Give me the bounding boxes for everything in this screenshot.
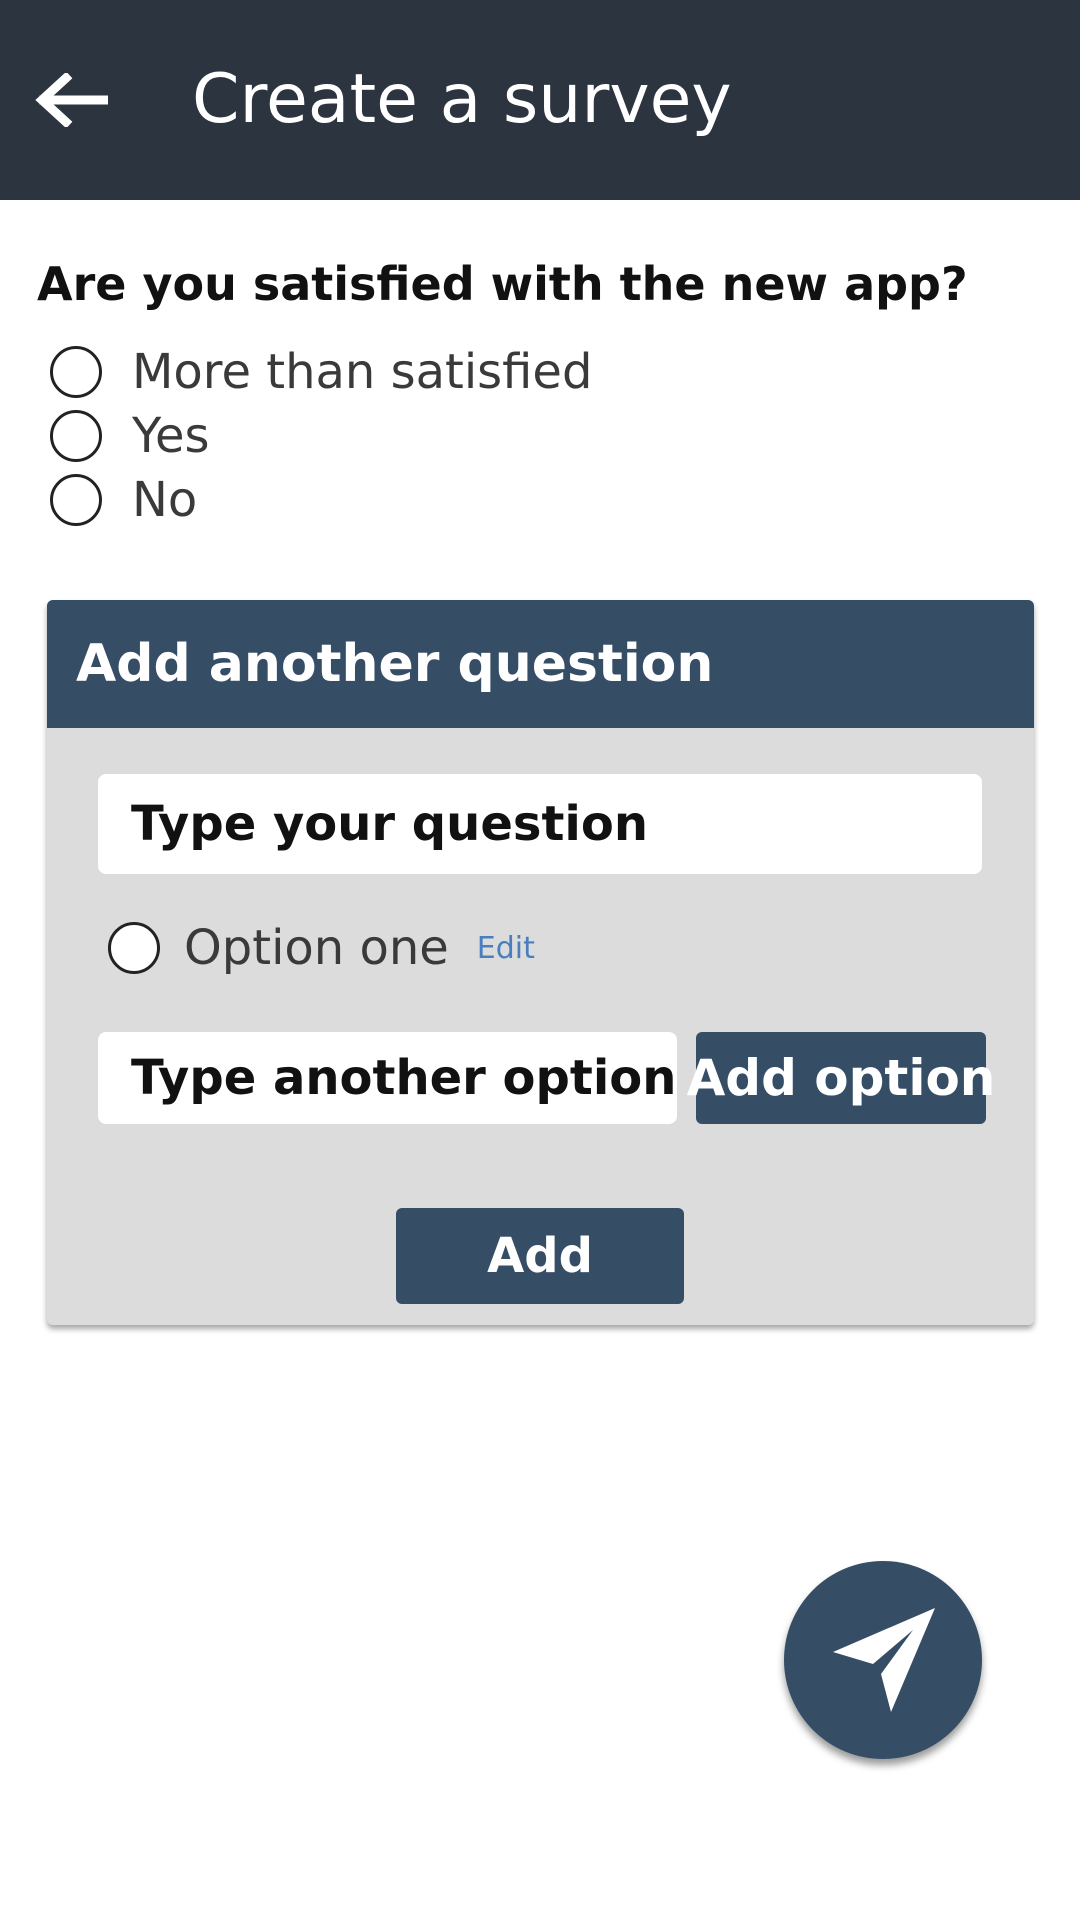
edit-option-link[interactable]: Edit [477,931,535,966]
add-option-button[interactable]: Add option [687,1032,995,1124]
option-label: No [132,472,198,528]
option-no[interactable]: No [50,468,592,532]
option-yes[interactable]: Yes [50,404,592,468]
app-header: Create a survey [0,0,1080,200]
option-label: More than satisfied [132,344,593,400]
add-question-card: Add another question Option one Edit Add… [47,600,1034,1325]
radio-button[interactable] [50,346,102,398]
back-button[interactable] [30,62,112,138]
radio-button[interactable] [108,922,160,974]
option-label: Yes [132,408,210,464]
option-more-than-satisfied[interactable]: More than satisfied [50,340,592,404]
survey-options: More than satisfied Yes No [50,340,592,532]
radio-button[interactable] [50,474,102,526]
card-title: Add another question [47,600,1034,728]
survey-question: Are you satisfied with the new app? [37,257,968,311]
radio-button[interactable] [50,410,102,462]
send-survey-button[interactable] [784,1561,982,1759]
option-input[interactable] [98,1032,677,1124]
send-paper-plane-icon [833,1608,935,1712]
add-question-button[interactable]: Add [396,1208,684,1304]
arrow-left-icon [35,73,108,127]
draft-option-label: Option one [184,920,449,976]
page-title: Create a survey [192,60,732,139]
question-input[interactable] [98,774,982,874]
draft-option: Option one Edit [108,920,535,976]
